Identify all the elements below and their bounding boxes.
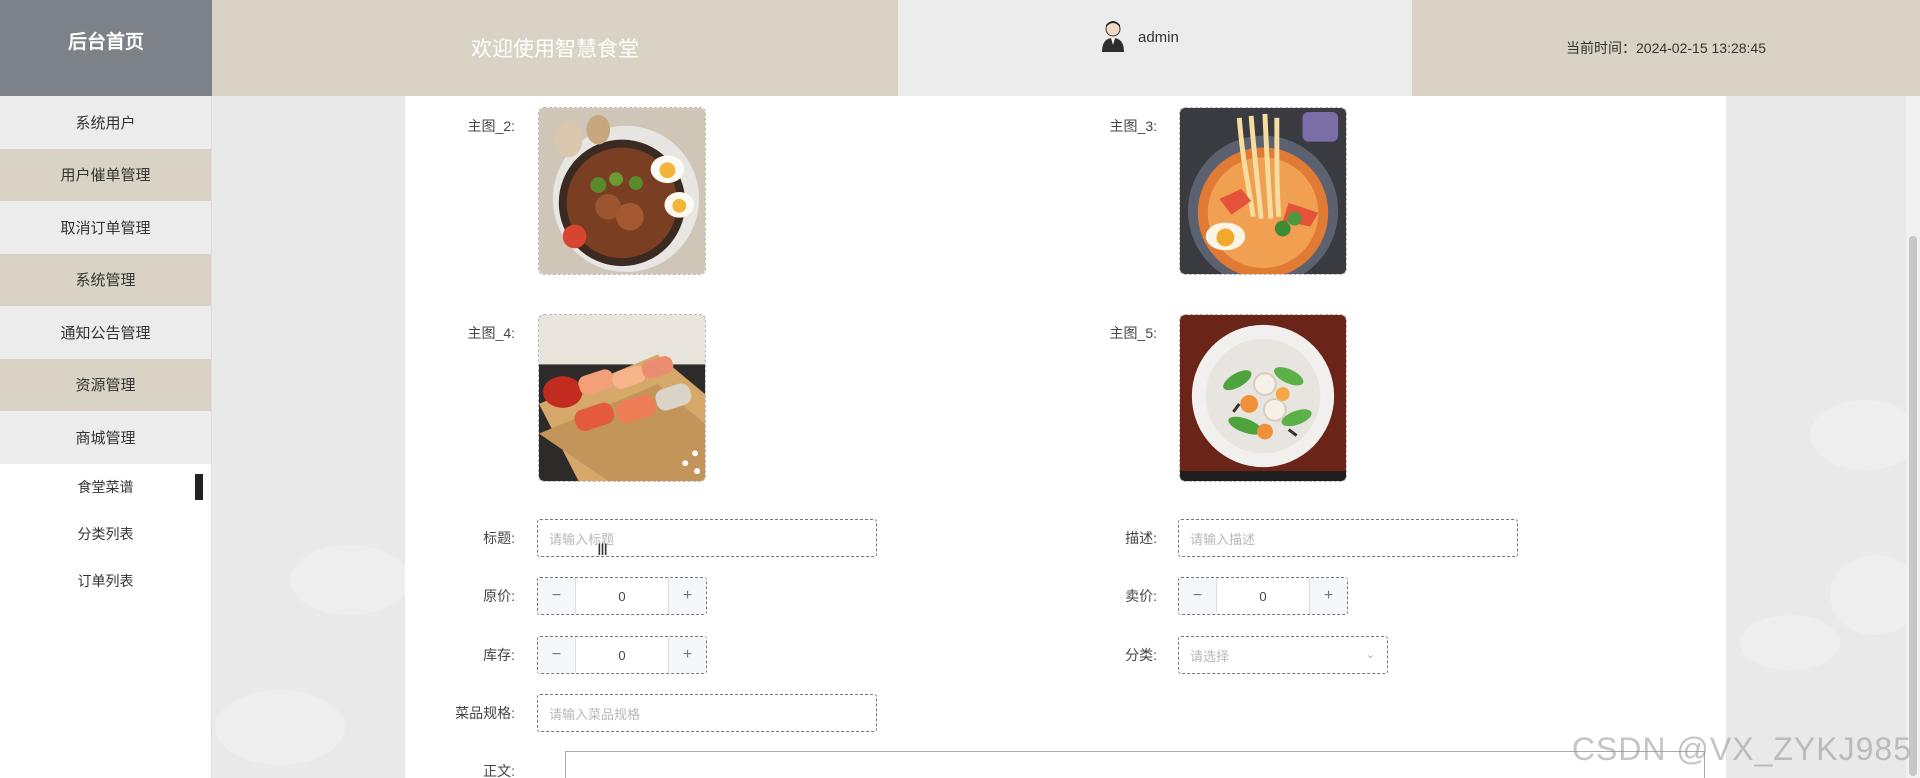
sidebar-subitem-orders[interactable]: 订单列表 (0, 558, 211, 605)
sidebar-item-resources[interactable]: 资源管理 (0, 358, 211, 411)
sidebar-subitem-label: 食堂菜谱 (77, 479, 134, 495)
stock-label: 库存: (483, 647, 515, 663)
sidebar: 系统用户 用户催单管理 取消订单管理 系统管理 通知公告管理 资源管理 商城管理… (0, 96, 212, 778)
page-scrollbar[interactable] (1906, 96, 1920, 778)
main-image-5-upload[interactable] (1179, 314, 1347, 482)
main-image-2-upload[interactable] (538, 107, 706, 275)
chevron-down-icon: ⌄ (1365, 649, 1375, 661)
background-decoration (215, 690, 345, 765)
avatar-icon (1102, 21, 1124, 52)
main-image-3-label: 主图_3: (1109, 118, 1157, 134)
spec-label: 菜品规格: (455, 705, 515, 721)
sidebar-item-cancel-orders[interactable]: 取消订单管理 (0, 201, 211, 254)
active-marker (195, 473, 203, 500)
sidebar-item-mall[interactable]: 商城管理 (0, 411, 211, 464)
sale-price-stepper[interactable]: − 0 + (1178, 577, 1348, 615)
top-header: 后台首页 欢迎使用智慧食堂 admin 当前时间：2024-02-15 13:2… (0, 0, 1920, 96)
lotus-salad-photo (1180, 315, 1346, 481)
main-image-5-label: 主图_5: (1109, 325, 1157, 341)
category-select[interactable]: 请选择 ⌄ (1178, 636, 1388, 674)
stock-value[interactable]: 0 (576, 637, 668, 673)
increment-button[interactable]: + (1309, 578, 1347, 614)
sidebar-item-system[interactable]: 系统管理 (0, 253, 211, 306)
main-image-3-upload[interactable] (1179, 107, 1347, 275)
main-image-4-upload[interactable] (538, 314, 706, 482)
title-label: 标题: (483, 530, 515, 546)
background-decoration (1740, 615, 1840, 670)
category-placeholder: 请选择 (1190, 648, 1230, 664)
edit-form-panel: 主图_2: 主图_3: 主图_4: 主图_5: 标题: 请输入标题 描述: 请输… (405, 96, 1726, 778)
decrement-button[interactable]: − (1179, 578, 1217, 614)
description-input[interactable]: 请输入描述 (1178, 519, 1518, 557)
watermark: CSDN @VX_ZYKJ985 (1571, 731, 1912, 767)
original-price-stepper[interactable]: − 0 + (537, 577, 707, 615)
original-price-label: 原价: (483, 588, 515, 604)
body-label: 正文: (483, 763, 515, 778)
current-time: 当前时间：2024-02-15 13:28:45 (1412, 0, 1920, 96)
sushi-photo (539, 315, 705, 481)
increment-button[interactable]: + (668, 578, 706, 614)
rich-text-editor[interactable] (565, 751, 1705, 778)
text-cursor-icon: Ⅲ (597, 542, 609, 559)
title-input[interactable]: 请输入标题 (537, 519, 877, 557)
user-info[interactable]: admin (898, 0, 1412, 96)
decrement-button[interactable]: − (538, 637, 576, 673)
decrement-button[interactable]: − (538, 578, 576, 614)
background-decoration (290, 545, 410, 615)
spec-input[interactable]: 请输入菜品规格 (537, 694, 877, 732)
stock-stepper[interactable]: − 0 + (537, 636, 707, 674)
sale-price-label: 卖价: (1125, 588, 1157, 604)
welcome-title: 欢迎使用智慧食堂 (212, 0, 898, 96)
sidebar-subitem-categories[interactable]: 分类列表 (0, 511, 211, 558)
rice-bowl-photo (539, 108, 705, 274)
ramen-photo (1180, 108, 1346, 274)
username: admin (1138, 29, 1179, 46)
sale-price-value[interactable]: 0 (1217, 578, 1309, 614)
sidebar-item-reminders[interactable]: 用户催单管理 (0, 148, 211, 201)
scrollbar-thumb[interactable] (1909, 236, 1917, 776)
original-price-value[interactable]: 0 (576, 578, 668, 614)
increment-button[interactable]: + (668, 637, 706, 673)
sidebar-subitem-menu[interactable]: 食堂菜谱 (0, 464, 211, 511)
background-decoration (1810, 400, 1920, 470)
category-label: 分类: (1125, 647, 1157, 663)
sidebar-item-notices[interactable]: 通知公告管理 (0, 306, 211, 359)
main-image-2-label: 主图_2: (467, 118, 515, 134)
main-image-4-label: 主图_4: (467, 325, 515, 341)
home-link[interactable]: 后台首页 (0, 0, 212, 96)
sidebar-item-system-users[interactable]: 系统用户 (0, 96, 211, 149)
description-label: 描述: (1125, 530, 1157, 546)
